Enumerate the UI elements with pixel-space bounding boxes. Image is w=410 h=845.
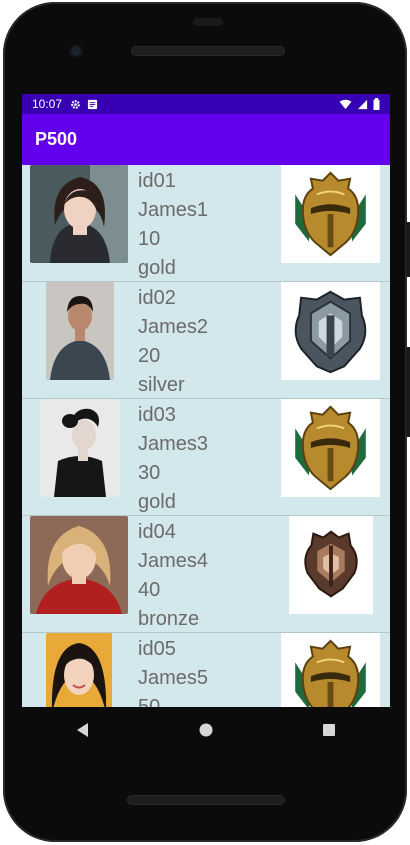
list-item[interactable]: id01 James1 10 gold bbox=[22, 165, 390, 282]
list-item[interactable]: id03 James3 30 gold bbox=[22, 399, 390, 516]
item-level: 20 bbox=[138, 345, 161, 367]
item-info: id02 James2 20 silver bbox=[138, 284, 208, 400]
item-info: id05 James5 50 gold bbox=[138, 635, 208, 707]
item-name: James4 bbox=[138, 550, 209, 572]
bronze-rank-icon bbox=[289, 516, 373, 614]
item-info: id04 James4 40 bronze bbox=[138, 518, 208, 634]
item-rank: gold bbox=[138, 257, 176, 279]
top-speaker bbox=[131, 46, 285, 56]
list-item[interactable]: id05 James5 50 gold bbox=[22, 633, 390, 707]
home-icon[interactable] bbox=[198, 722, 214, 738]
gear-icon bbox=[71, 99, 80, 109]
signal-icon bbox=[357, 99, 368, 109]
navigation-bar bbox=[22, 707, 390, 753]
item-level: 50 bbox=[138, 696, 161, 707]
earpiece bbox=[193, 18, 223, 26]
status-bar: 10:07 bbox=[22, 94, 390, 114]
front-camera bbox=[69, 44, 83, 58]
item-id: id05 bbox=[138, 638, 176, 660]
list-item[interactable]: id04 James4 40 bronze bbox=[22, 516, 390, 633]
item-id: id01 bbox=[138, 170, 176, 192]
app-bar: P500 bbox=[22, 114, 390, 165]
avatar bbox=[30, 165, 128, 263]
item-info: id01 James1 10 gold bbox=[138, 167, 208, 283]
user-list[interactable]: id01 James1 10 gold id02 James2 20 silve… bbox=[22, 165, 390, 707]
power-button[interactable] bbox=[406, 347, 410, 437]
wifi-icon bbox=[339, 99, 352, 109]
item-level: 10 bbox=[138, 228, 161, 250]
app-title: P500 bbox=[35, 129, 78, 149]
item-level: 40 bbox=[138, 579, 161, 601]
silver-rank-icon bbox=[281, 282, 380, 380]
item-name: James5 bbox=[138, 667, 209, 689]
phone-screen: 10:07 P500 id01 James1 10 gold id02 Jame… bbox=[22, 94, 390, 707]
avatar bbox=[46, 633, 112, 707]
item-rank: bronze bbox=[138, 608, 200, 630]
gold-rank-icon bbox=[281, 165, 380, 263]
gold-rank-icon bbox=[281, 633, 380, 707]
list-item[interactable]: id02 James2 20 silver bbox=[22, 282, 390, 399]
battery-icon bbox=[373, 98, 380, 110]
avatar bbox=[46, 282, 114, 380]
item-rank: gold bbox=[138, 491, 176, 513]
back-icon[interactable] bbox=[75, 722, 91, 738]
item-level: 30 bbox=[138, 462, 161, 484]
item-rank: silver bbox=[138, 374, 185, 396]
clipboard-icon bbox=[87, 99, 98, 109]
item-name: James2 bbox=[138, 316, 209, 338]
item-info: id03 James3 30 gold bbox=[138, 401, 208, 517]
item-name: James3 bbox=[138, 433, 209, 455]
recents-icon[interactable] bbox=[321, 722, 337, 738]
volume-button[interactable] bbox=[406, 222, 410, 277]
item-id: id04 bbox=[138, 521, 176, 543]
avatar bbox=[30, 516, 128, 614]
item-id: id03 bbox=[138, 404, 176, 426]
bottom-speaker bbox=[127, 795, 285, 805]
avatar bbox=[40, 399, 120, 497]
status-time: 10:07 bbox=[32, 97, 63, 111]
item-name: James1 bbox=[138, 199, 209, 221]
gold-rank-icon bbox=[281, 399, 380, 497]
item-id: id02 bbox=[138, 287, 176, 309]
